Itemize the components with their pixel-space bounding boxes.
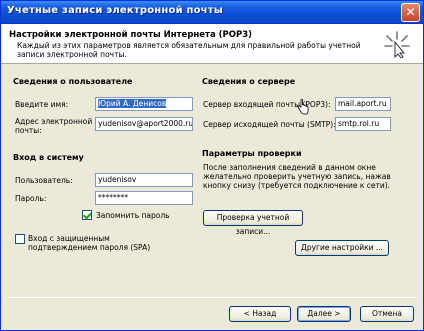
hand-cursor-icon xyxy=(297,99,309,115)
outgoing-server-label: Сервер исходящей почты (SMTP): xyxy=(203,120,336,129)
header-description: Каждый из этих параметров является обяза… xyxy=(17,41,361,59)
sparkle-icon xyxy=(384,31,410,58)
test-settings-heading: Параметры проверки xyxy=(202,149,302,158)
footer-separator xyxy=(7,297,417,298)
password-field[interactable]: ******** xyxy=(95,191,193,205)
name-field[interactable]: Юрий А. Денисов xyxy=(95,97,193,111)
email-label: Адрес электронной почты: xyxy=(15,117,93,135)
dialog-header: Настройки электронной почты Интернета (P… xyxy=(1,24,423,64)
remember-password-label: Запомнить пароль xyxy=(96,211,170,220)
more-settings-button[interactable]: Другие настройки ... xyxy=(295,240,389,256)
header-title: Настройки электронной почты Интернета (P… xyxy=(9,30,253,40)
back-button[interactable]: < Назад xyxy=(229,306,291,322)
password-label: Пароль: xyxy=(15,194,47,203)
close-button[interactable]: ✕ xyxy=(401,3,420,22)
user-info-heading: Сведения о пользователе xyxy=(13,77,133,86)
incoming-server-label: Сервер входящей почты (POP3): xyxy=(203,100,331,109)
login-heading: Вход в систему xyxy=(13,153,84,162)
close-icon: ✕ xyxy=(405,5,416,19)
spa-label: Вход с защищенным подтверждением пароля … xyxy=(28,234,151,252)
title-bar[interactable]: Учетные записи электронной почты ✕ xyxy=(1,1,423,24)
email-field[interactable]: yudenisov@aport2000.ru xyxy=(95,117,193,131)
email-accounts-dialog: Учетные записи электронной почты ✕ Настр… xyxy=(0,0,424,331)
name-value: Юрий А. Денисов xyxy=(98,99,167,108)
username-field[interactable]: yudenisov xyxy=(95,173,193,187)
cancel-button[interactable]: Отмена xyxy=(360,306,414,322)
outgoing-server-field[interactable]: smtp.rol.ru xyxy=(335,117,391,131)
user-label: Пользователь: xyxy=(15,176,73,185)
name-label: Введите имя: xyxy=(15,100,69,109)
test-account-button[interactable]: Проверка учетной записи... xyxy=(203,210,303,236)
test-description: После заполнения сведений в данном окне … xyxy=(203,163,391,190)
window-title: Учетные записи электронной почты xyxy=(7,5,223,16)
spa-checkbox[interactable] xyxy=(15,234,25,244)
server-info-heading: Сведения о сервере xyxy=(202,77,296,86)
next-button[interactable]: Далее > xyxy=(297,306,351,322)
remember-password-checkbox[interactable] xyxy=(82,210,92,220)
incoming-server-field[interactable]: mail.aport.ru xyxy=(335,97,391,111)
